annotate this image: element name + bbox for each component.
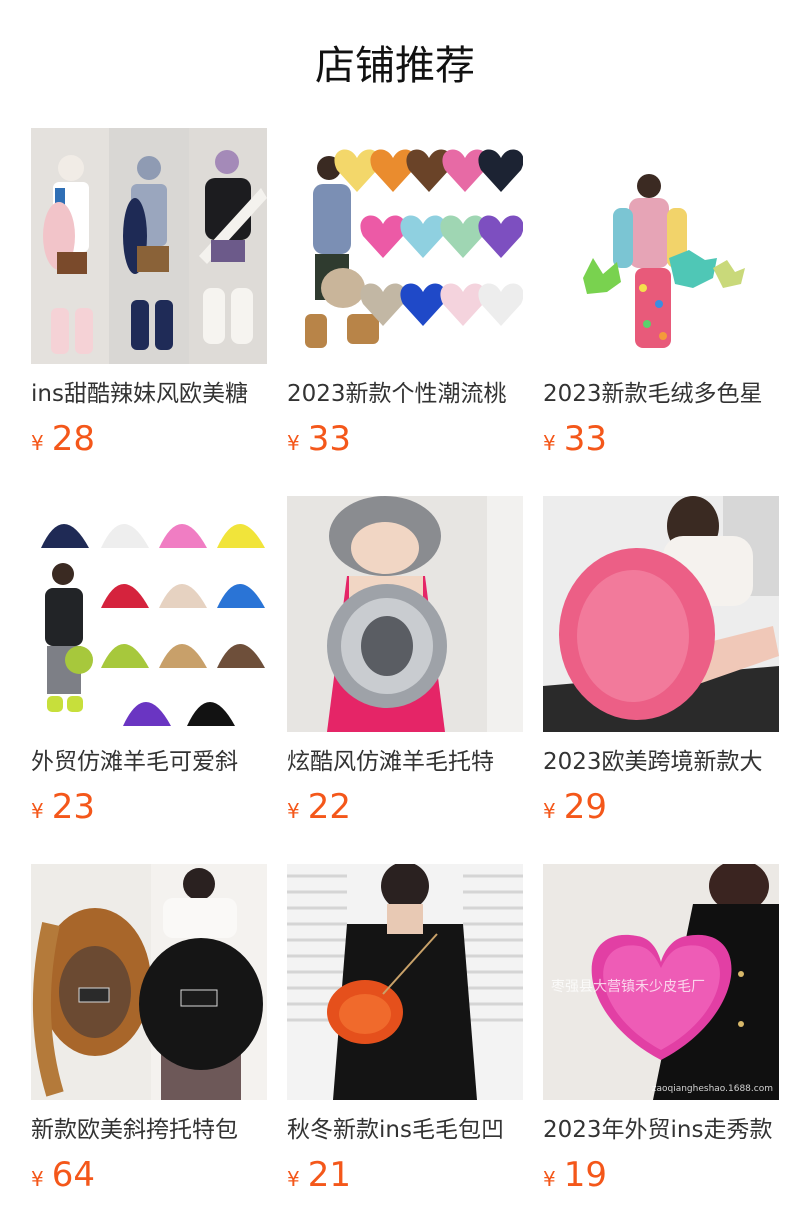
price-amount: 21	[307, 1155, 351, 1195]
product-name[interactable]: 2023欧美跨境新款大	[543, 746, 779, 780]
price-amount: 33	[307, 419, 351, 459]
currency-symbol: ¥	[287, 1167, 300, 1191]
product-image[interactable]: 枣强县大营镇禾少皮毛厂 zaoqiangheshao.1688.com	[543, 864, 779, 1100]
price-amount: 23	[51, 787, 95, 827]
product-price: ¥22	[287, 786, 351, 828]
price-amount: 29	[563, 787, 607, 827]
product-name[interactable]: 2023新款个性潮流桃	[287, 378, 523, 412]
product-card[interactable]: 炫酷风仿滩羊毛托特 ¥22	[287, 496, 523, 836]
product-image[interactable]	[31, 128, 267, 364]
product-card[interactable]: 2023新款毛绒多色星 ¥33	[543, 128, 779, 468]
product-image[interactable]	[31, 496, 267, 732]
product-card[interactable]: 枣强县大营镇禾少皮毛厂 zaoqiangheshao.1688.com 2023…	[543, 864, 779, 1204]
currency-symbol: ¥	[31, 799, 44, 823]
product-name[interactable]: 秋冬新款ins毛毛包凹	[287, 1114, 523, 1148]
price-amount: 28	[51, 419, 95, 459]
product-name[interactable]: ins甜酷辣妹风欧美糖	[31, 378, 267, 412]
product-card[interactable]: 2023欧美跨境新款大 ¥29	[543, 496, 779, 836]
product-image[interactable]	[543, 496, 779, 732]
product-price: ¥33	[287, 418, 351, 460]
product-image[interactable]	[287, 864, 523, 1100]
product-price: ¥29	[543, 786, 607, 828]
price-amount: 22	[307, 787, 351, 827]
product-price: ¥28	[31, 418, 95, 460]
product-card[interactable]: 外贸仿滩羊毛可爱斜 ¥23	[31, 496, 267, 836]
currency-symbol: ¥	[31, 1167, 44, 1191]
product-image[interactable]	[287, 128, 523, 364]
product-price: ¥64	[31, 1154, 95, 1196]
currency-symbol: ¥	[287, 799, 300, 823]
product-name[interactable]: 炫酷风仿滩羊毛托特	[287, 746, 523, 780]
product-price: ¥33	[543, 418, 607, 460]
product-image[interactable]	[31, 864, 267, 1100]
product-price: ¥21	[287, 1154, 351, 1196]
section-title: 店铺推荐	[315, 43, 475, 89]
product-price: ¥23	[31, 786, 95, 828]
product-name[interactable]: 2023新款毛绒多色星	[543, 378, 779, 412]
product-image[interactable]	[543, 128, 779, 364]
site-watermark: zaoqiangheshao.1688.com	[651, 1084, 773, 1094]
product-card[interactable]: 新款欧美斜挎托特包 ¥64	[31, 864, 267, 1204]
product-name[interactable]: 外贸仿滩羊毛可爱斜	[31, 746, 267, 780]
product-card[interactable]: 2023新款个性潮流桃 ¥33	[287, 128, 523, 468]
product-price: ¥19	[543, 1154, 607, 1196]
currency-symbol: ¥	[543, 1167, 556, 1191]
currency-symbol: ¥	[543, 799, 556, 823]
currency-symbol: ¥	[31, 431, 44, 455]
price-amount: 64	[51, 1155, 95, 1195]
shop-watermark: 枣强县大营镇禾少皮毛厂	[551, 979, 705, 995]
price-amount: 33	[563, 419, 607, 459]
price-amount: 19	[563, 1155, 607, 1195]
product-name[interactable]: 2023年外贸ins走秀款	[543, 1114, 779, 1148]
product-card[interactable]: 秋冬新款ins毛毛包凹 ¥21	[287, 864, 523, 1204]
product-image[interactable]	[287, 496, 523, 732]
product-name[interactable]: 新款欧美斜挎托特包	[31, 1114, 267, 1148]
currency-symbol: ¥	[287, 431, 300, 455]
currency-symbol: ¥	[543, 431, 556, 455]
product-card[interactable]: ins甜酷辣妹风欧美糖 ¥28	[31, 128, 267, 468]
